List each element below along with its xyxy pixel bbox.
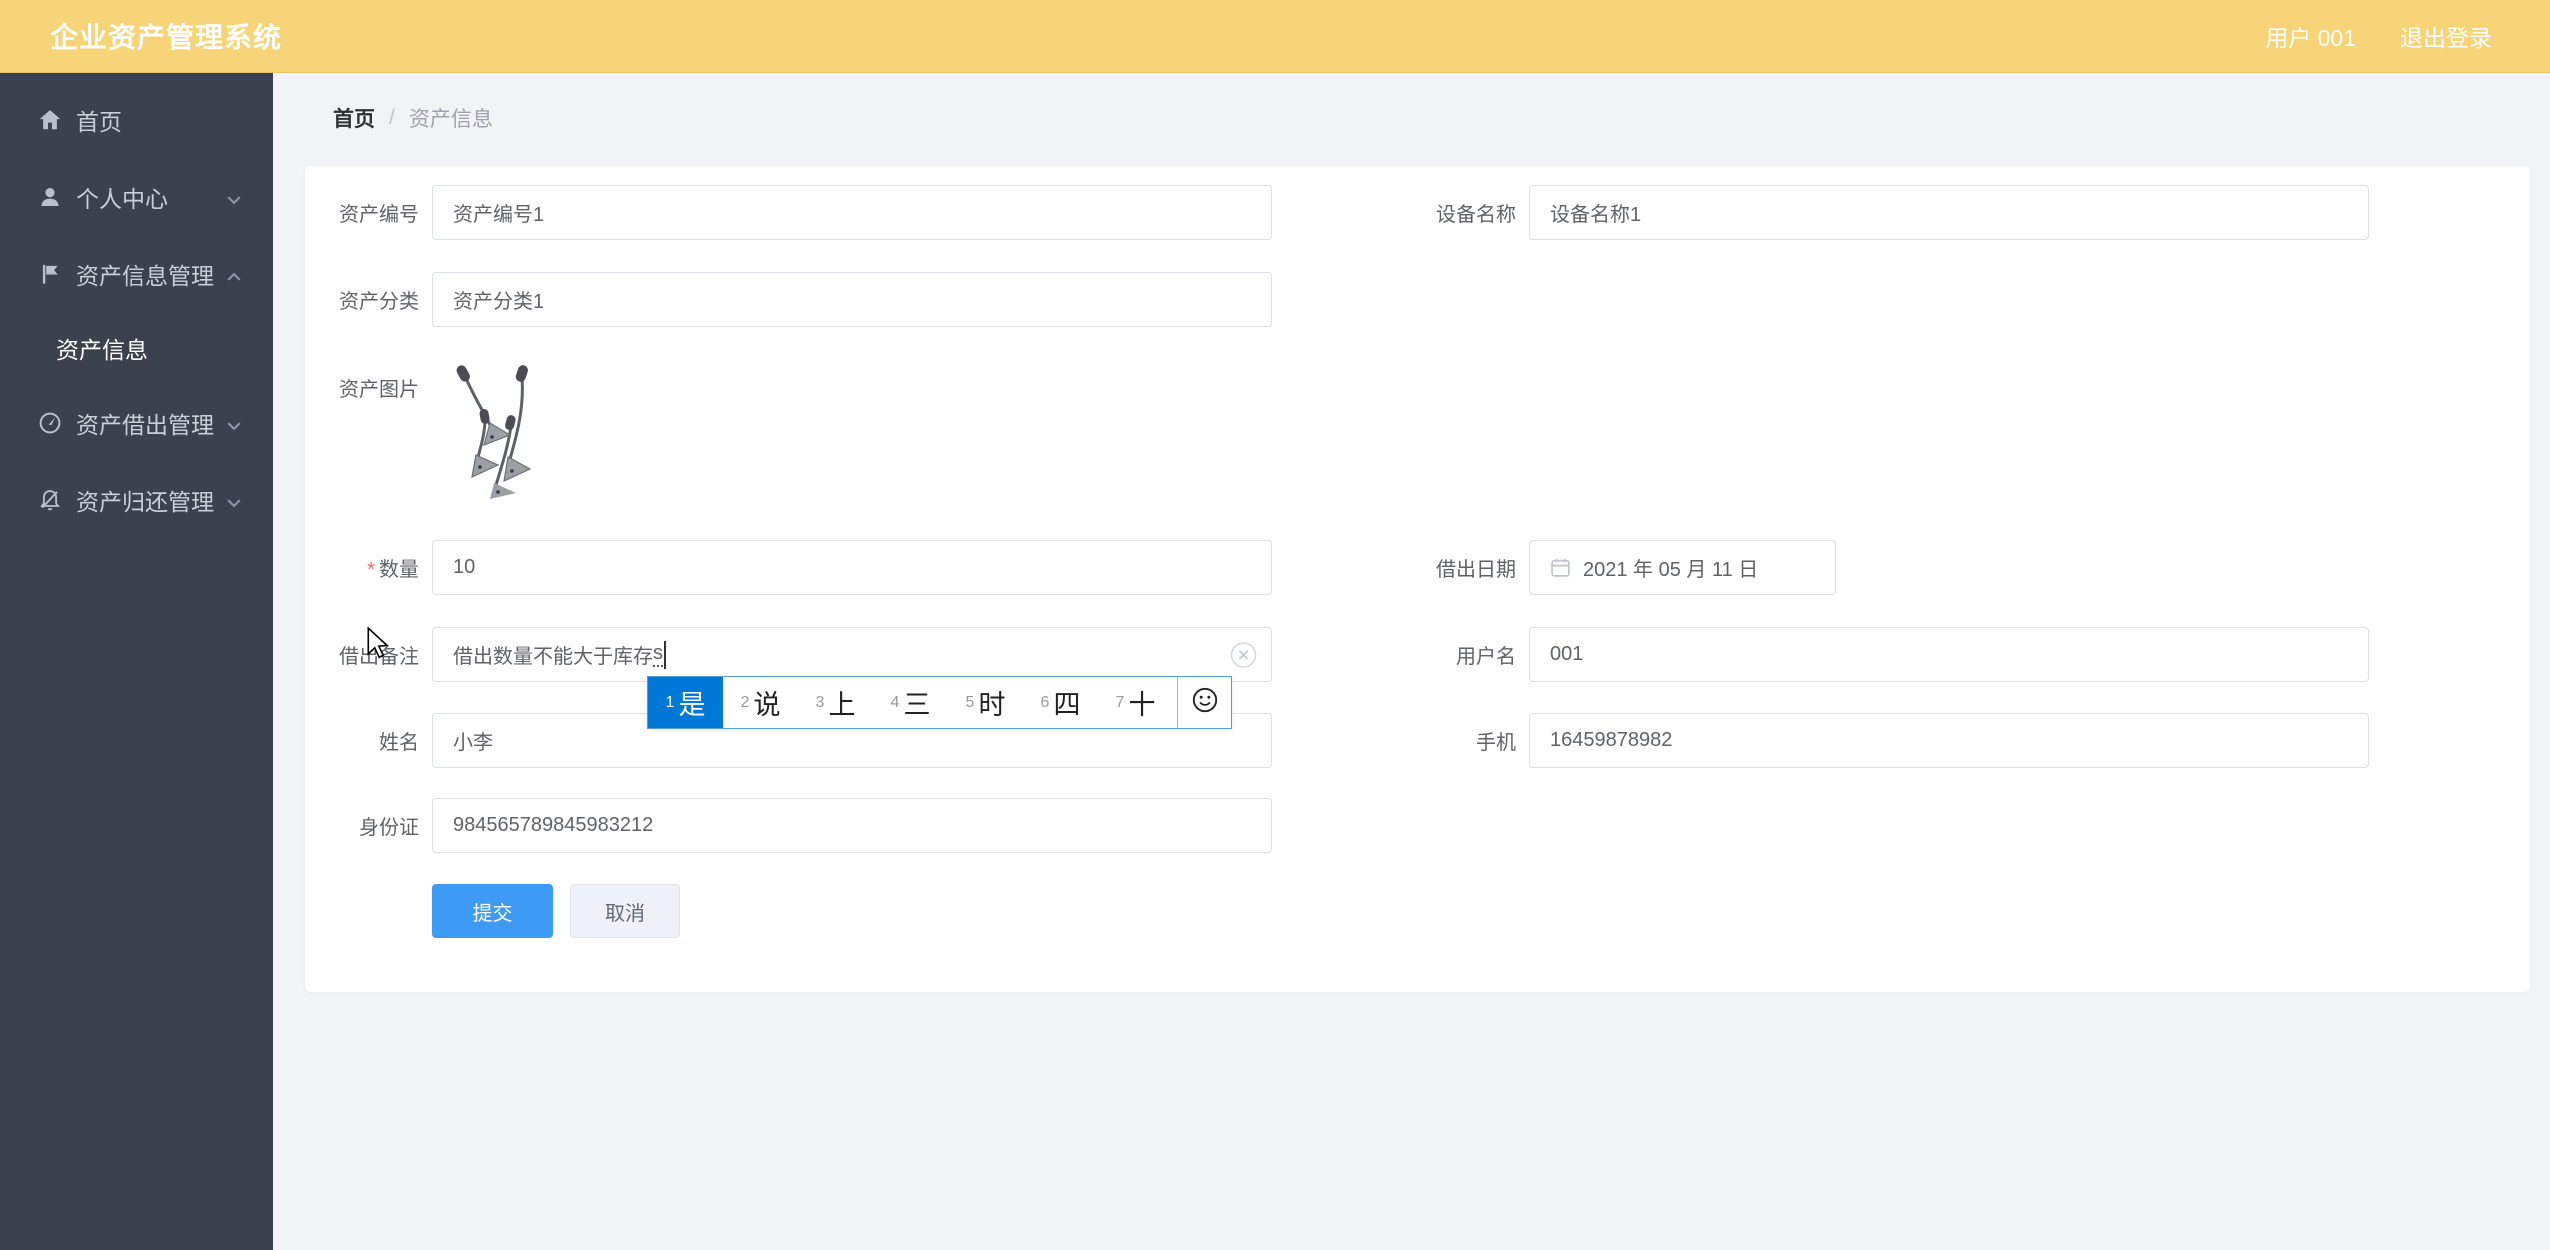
chevron-down-icon (227, 486, 241, 513)
asset-category-input[interactable]: 资产分类1 (432, 272, 1272, 327)
ime-composition-text: s (653, 642, 663, 667)
chevron-up-icon (227, 260, 241, 287)
lend-date-value: 2021 年 05 月 11 日 (1583, 559, 1759, 581)
required-asterisk: * (367, 559, 375, 581)
name-value: 小李 (453, 732, 493, 754)
sidebar: 首页 个人中心 资产信息管理 资产信息 资产借出管理 资产归还管理 (0, 73, 273, 1250)
sidebar-subitem-asset-info[interactable]: 资产信息 (0, 312, 273, 384)
asset-category-value: 资产分类1 (453, 291, 545, 313)
lend-date-label: 借出日期 (1436, 559, 1516, 581)
sidebar-item-label: 资产归还管理 (76, 488, 214, 515)
ime-candidate-4[interactable]: 4 三 (873, 677, 948, 728)
asset-photo[interactable] (432, 359, 556, 499)
ime-candidate-5[interactable]: 5 时 (948, 677, 1023, 728)
text-caret (664, 640, 666, 669)
bell-off-icon (38, 488, 62, 512)
main-content: 首页 / 资产信息 资产编号 资产编号1 设备名称 设备名称1 资产分类 资产分… (273, 73, 2550, 1250)
lend-note-value: 借出数量不能大于库存 (453, 646, 653, 668)
username-input[interactable]: 001 (1529, 627, 2369, 682)
sidebar-subitem-label: 资产信息 (56, 337, 148, 363)
chevron-down-icon (227, 183, 241, 210)
sidebar-item-home[interactable]: 首页 (0, 81, 273, 158)
chevron-down-icon (227, 409, 241, 436)
sidebar-item-asset-info-mgmt[interactable]: 资产信息管理 (0, 235, 273, 312)
ime-candidate-3[interactable]: 3 上 (798, 677, 873, 728)
sidebar-item-label: 资产借出管理 (76, 411, 214, 438)
submit-button[interactable]: 提交 (432, 884, 553, 938)
name-label: 姓名 (379, 732, 419, 754)
device-name-input[interactable]: 设备名称1 (1529, 185, 2369, 240)
sidebar-item-label: 资产信息管理 (76, 262, 214, 289)
sidebar-item-label: 个人中心 (76, 185, 168, 212)
ime-candidate-1[interactable]: 1 是 (648, 677, 723, 728)
id-card-value: 984565789845983212 (453, 814, 654, 836)
logout-link[interactable]: 退出登录 (2400, 19, 2492, 53)
id-card-label: 身份证 (359, 817, 419, 839)
ime-candidate-bar: 1 是 2 说 3 上 4 三 5 时 6 四 7 十 (647, 676, 1232, 729)
device-name-value: 设备名称1 (1550, 204, 1642, 226)
gauge-icon (38, 411, 62, 435)
quantity-input[interactable]: 10 (432, 540, 1272, 595)
ime-candidate-2[interactable]: 2 说 (723, 677, 798, 728)
clear-input-icon[interactable] (1230, 641, 1257, 668)
breadcrumb-home[interactable]: 首页 (333, 103, 375, 133)
breadcrumb-current: 资产信息 (408, 108, 493, 131)
ime-candidate-7[interactable]: 7 十 (1098, 677, 1173, 728)
asset-category-label: 资产分类 (339, 291, 419, 313)
asset-no-value: 资产编号1 (453, 204, 545, 226)
user-icon (38, 185, 62, 209)
lend-date-picker[interactable]: 2021 年 05 月 11 日 (1529, 540, 1836, 595)
phone-input[interactable]: 16459878982 (1529, 713, 2369, 768)
username-value: 001 (1550, 643, 1584, 665)
lend-note-label: 借出备注 (339, 646, 419, 668)
sidebar-item-label: 首页 (76, 108, 122, 135)
flag-icon (38, 262, 62, 286)
asset-form-card: 资产编号 资产编号1 设备名称 设备名称1 资产分类 资产分类1 资产图片 * … (305, 166, 2530, 992)
ime-emoji-button[interactable] (1177, 677, 1231, 728)
ime-candidate-6[interactable]: 6 四 (1023, 677, 1098, 728)
username-label: 用户名 (1456, 646, 1516, 668)
current-user-label: 用户 001 (2265, 25, 2356, 51)
lend-note-input[interactable]: 借出数量不能大于库存 s (432, 627, 1272, 682)
quantity-label: * 数量 (367, 559, 419, 581)
app-title: 企业资产管理系统 (50, 22, 283, 53)
quantity-value: 10 (453, 556, 476, 578)
sidebar-item-asset-return-mgmt[interactable]: 资产归还管理 (0, 461, 273, 538)
asset-image-label: 资产图片 (339, 379, 419, 401)
breadcrumb-separator: / (389, 106, 395, 129)
breadcrumb: 首页 / 资产信息 (333, 103, 2550, 133)
cancel-button[interactable]: 取消 (570, 884, 680, 938)
asset-no-label: 资产编号 (339, 204, 419, 226)
asset-no-input[interactable]: 资产编号1 (432, 185, 1272, 240)
calendar-icon (1550, 557, 1571, 578)
sidebar-item-asset-lend-mgmt[interactable]: 资产借出管理 (0, 384, 273, 461)
smiley-icon (1191, 686, 1219, 719)
id-card-input[interactable]: 984565789845983212 (432, 798, 1272, 853)
phone-value: 16459878982 (1550, 729, 1673, 751)
sidebar-item-personal-center[interactable]: 个人中心 (0, 158, 273, 235)
device-name-label: 设备名称 (1436, 204, 1516, 226)
phone-label: 手机 (1476, 732, 1516, 754)
home-icon (38, 108, 62, 132)
app-header: 企业资产管理系统 用户 001 退出登录 (0, 0, 2550, 73)
